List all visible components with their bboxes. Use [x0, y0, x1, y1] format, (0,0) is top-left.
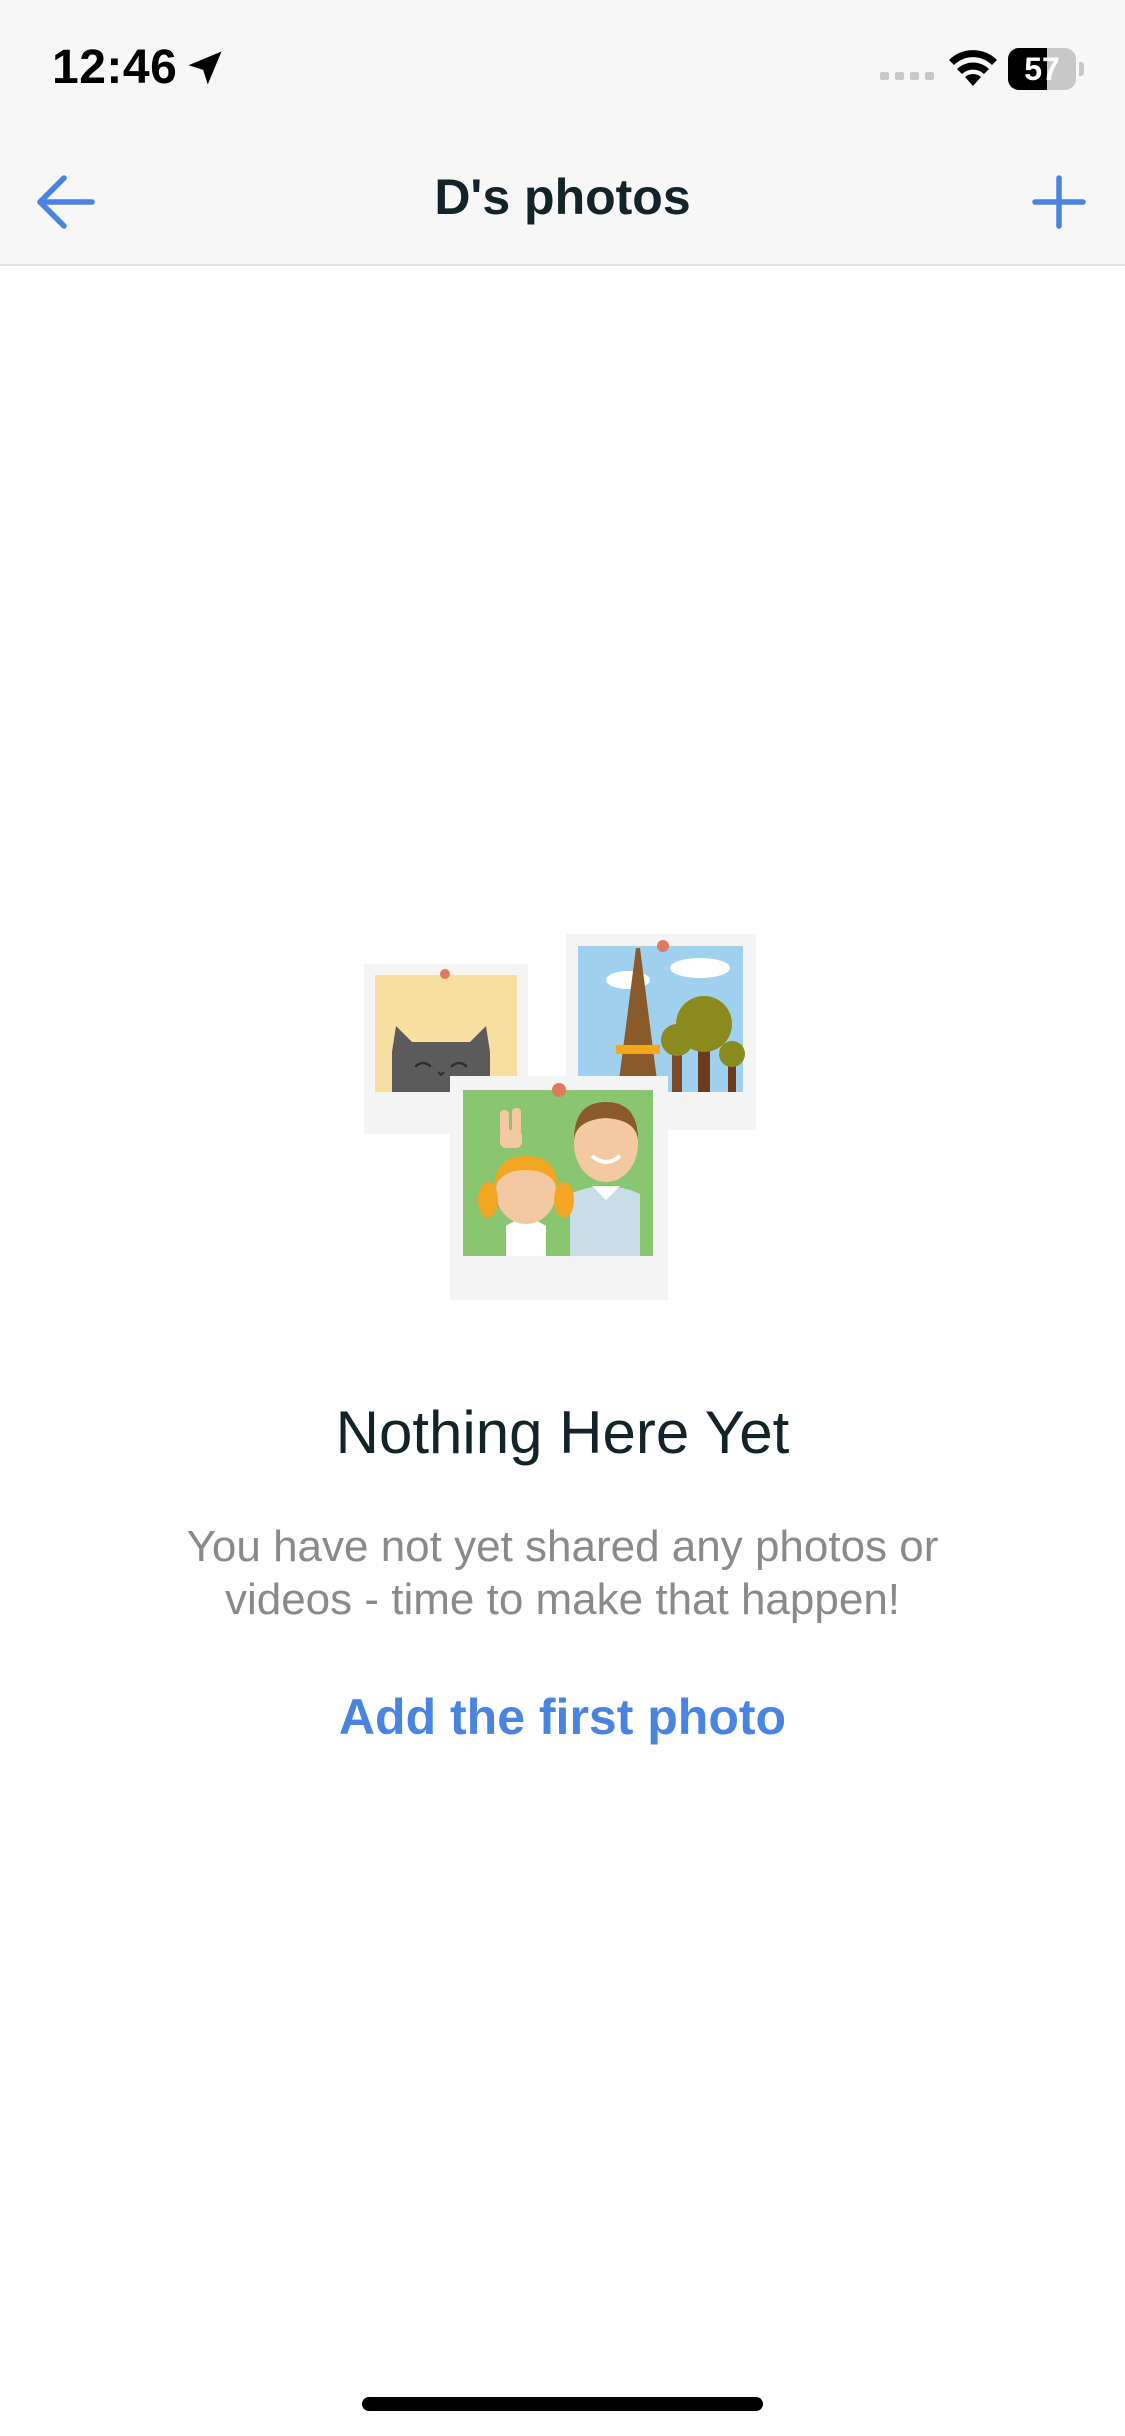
photos-illustration	[364, 934, 756, 1300]
battery-indicator: 57	[1008, 48, 1084, 90]
wifi-icon	[949, 50, 997, 86]
cellular-signal-icon	[880, 72, 934, 80]
empty-state-title: Nothing Here Yet	[335, 1399, 790, 1466]
status-bar: 12:46 57	[0, 0, 1125, 140]
add-photo-button[interactable]	[1021, 164, 1097, 240]
status-time: 12:46	[52, 41, 178, 94]
page-title: D's photos	[434, 169, 691, 225]
plus-icon	[1032, 175, 1086, 229]
empty-state-description: You have not yet shared any photos or vi…	[186, 1522, 939, 1624]
location-arrow-icon	[188, 51, 222, 85]
battery-percent: 57	[1024, 51, 1060, 87]
navigation-bar: D's photos	[0, 140, 1125, 266]
back-button[interactable]	[28, 164, 104, 240]
add-first-photo-link[interactable]: Add the first photo	[0, 1688, 1125, 1746]
arrow-left-icon	[37, 175, 95, 229]
home-indicator[interactable]	[362, 2397, 763, 2411]
